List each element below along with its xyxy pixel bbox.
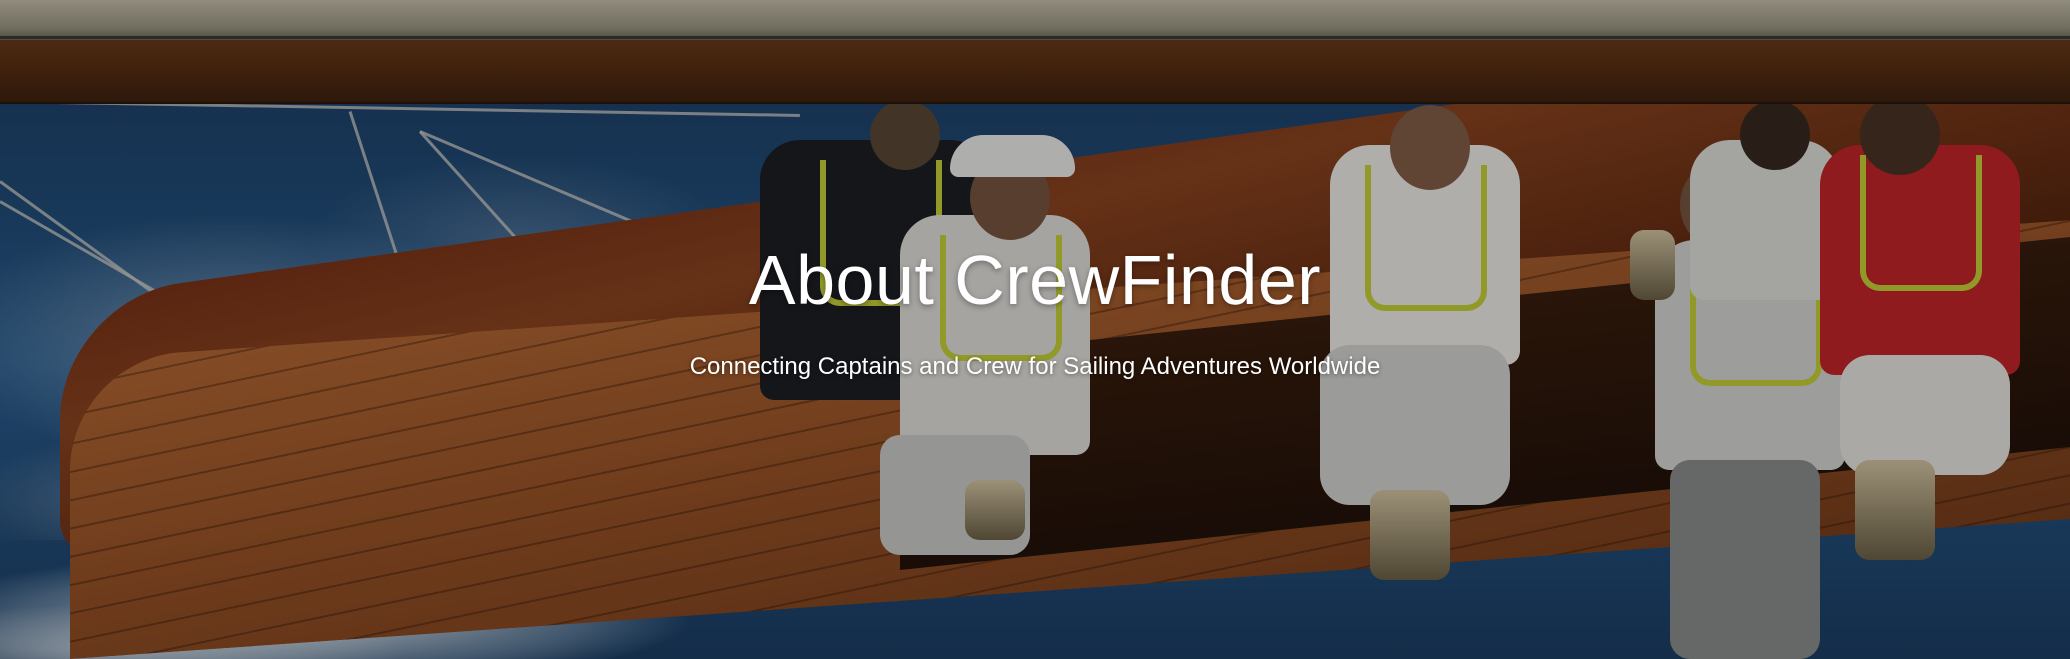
hero-banner: About CrewFinder Connecting Captains and… [0, 0, 2070, 659]
hero-text: About CrewFinder Connecting Captains and… [0, 245, 2070, 379]
page-title: About CrewFinder [748, 241, 1322, 319]
page-subtitle: Connecting Captains and Crew for Sailing… [689, 353, 1381, 380]
